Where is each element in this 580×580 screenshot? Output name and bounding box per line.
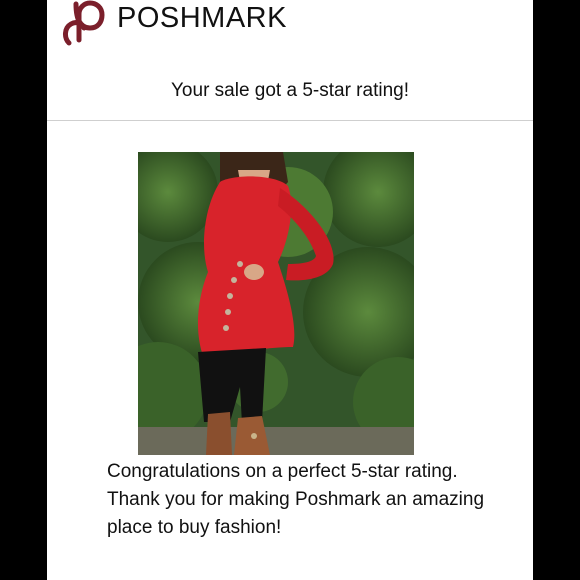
product-photo-illustration [138,152,414,455]
rating-message: Congratulations on a perfect 5-star rati… [107,461,485,538]
product-photo[interactable] [138,152,414,455]
rating-headline: Your sale got a 5-star rating! [171,80,409,101]
poshmark-logo-icon [63,0,105,46]
header: POSHMARK [47,0,533,50]
divider [47,120,533,121]
screenshot-frame: POSHMARK Your sale got a 5-star rating! [0,0,580,580]
brand-name: POSHMARK [117,2,287,34]
email-card: POSHMARK Your sale got a 5-star rating! [47,0,533,580]
